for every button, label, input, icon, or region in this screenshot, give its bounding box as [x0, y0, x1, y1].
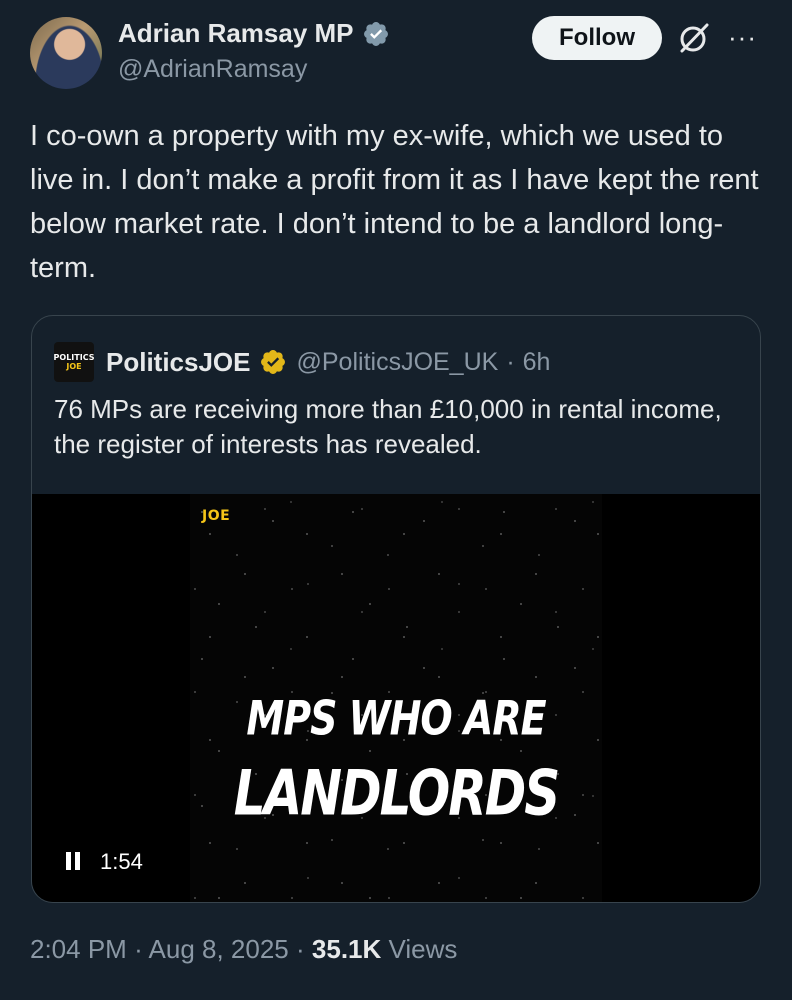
video-title-line1: MPS WHO ARE [246, 690, 546, 746]
views-count[interactable]: 35.1K [312, 934, 381, 964]
tweet-time[interactable]: 2:04 PM [30, 934, 127, 964]
quoted-tweet-header: POLITICS JOE PoliticsJOE @PoliticsJOE_UK… [54, 342, 550, 382]
avatar-text-joe: JOE [66, 362, 82, 371]
author-handle[interactable]: @AdrianRamsay [118, 55, 307, 84]
tweet-header: Adrian Ramsay MP @AdrianRamsay Follow ··… [0, 0, 792, 100]
video-player[interactable]: JOE MPS WHO ARE LANDLORDS 1:54 [32, 494, 760, 902]
grok-icon[interactable] [676, 20, 712, 56]
avatar-text-politics: POLITICS [53, 353, 95, 362]
quoted-tweet-text: 76 MPs are receiving more than £10,000 i… [54, 394, 722, 459]
author-avatar[interactable] [30, 17, 102, 89]
pause-icon[interactable] [66, 852, 82, 870]
quoted-tweet-card[interactable]: POLITICS JOE PoliticsJOE @PoliticsJOE_UK… [31, 315, 761, 903]
separator-dot: · [134, 934, 143, 964]
verified-badge-icon [363, 21, 388, 46]
tweet-date[interactable]: Aug 8, 2025 [149, 934, 289, 964]
more-options-icon[interactable]: ··· [728, 22, 757, 52]
quoted-author-name[interactable]: PoliticsJOE [106, 347, 251, 378]
video-title-line2: LANDLORDS [233, 756, 561, 830]
author-name[interactable]: Adrian Ramsay MP [118, 18, 354, 49]
separator-dot: · [506, 347, 515, 376]
author-name-row: Adrian Ramsay MP [118, 18, 390, 49]
follow-button[interactable]: Follow [532, 16, 662, 60]
tweet-metadata: 2:04 PM · Aug 8, 2025 · 35.1K Views [30, 934, 457, 965]
video-duration: 1:54 [100, 849, 143, 874]
quoted-author-handle[interactable]: @PoliticsJOE_UK [297, 348, 499, 377]
gold-verified-badge-icon [260, 350, 285, 374]
joe-logo: JOE [202, 508, 231, 524]
separator-dot: · [296, 934, 305, 964]
tweet-text: I co-own a property with my ex-wife, whi… [30, 120, 759, 284]
quoted-tweet-time[interactable]: 6h [523, 348, 551, 377]
quoted-author-avatar[interactable]: POLITICS JOE [54, 342, 94, 382]
views-label: Views [388, 934, 458, 964]
